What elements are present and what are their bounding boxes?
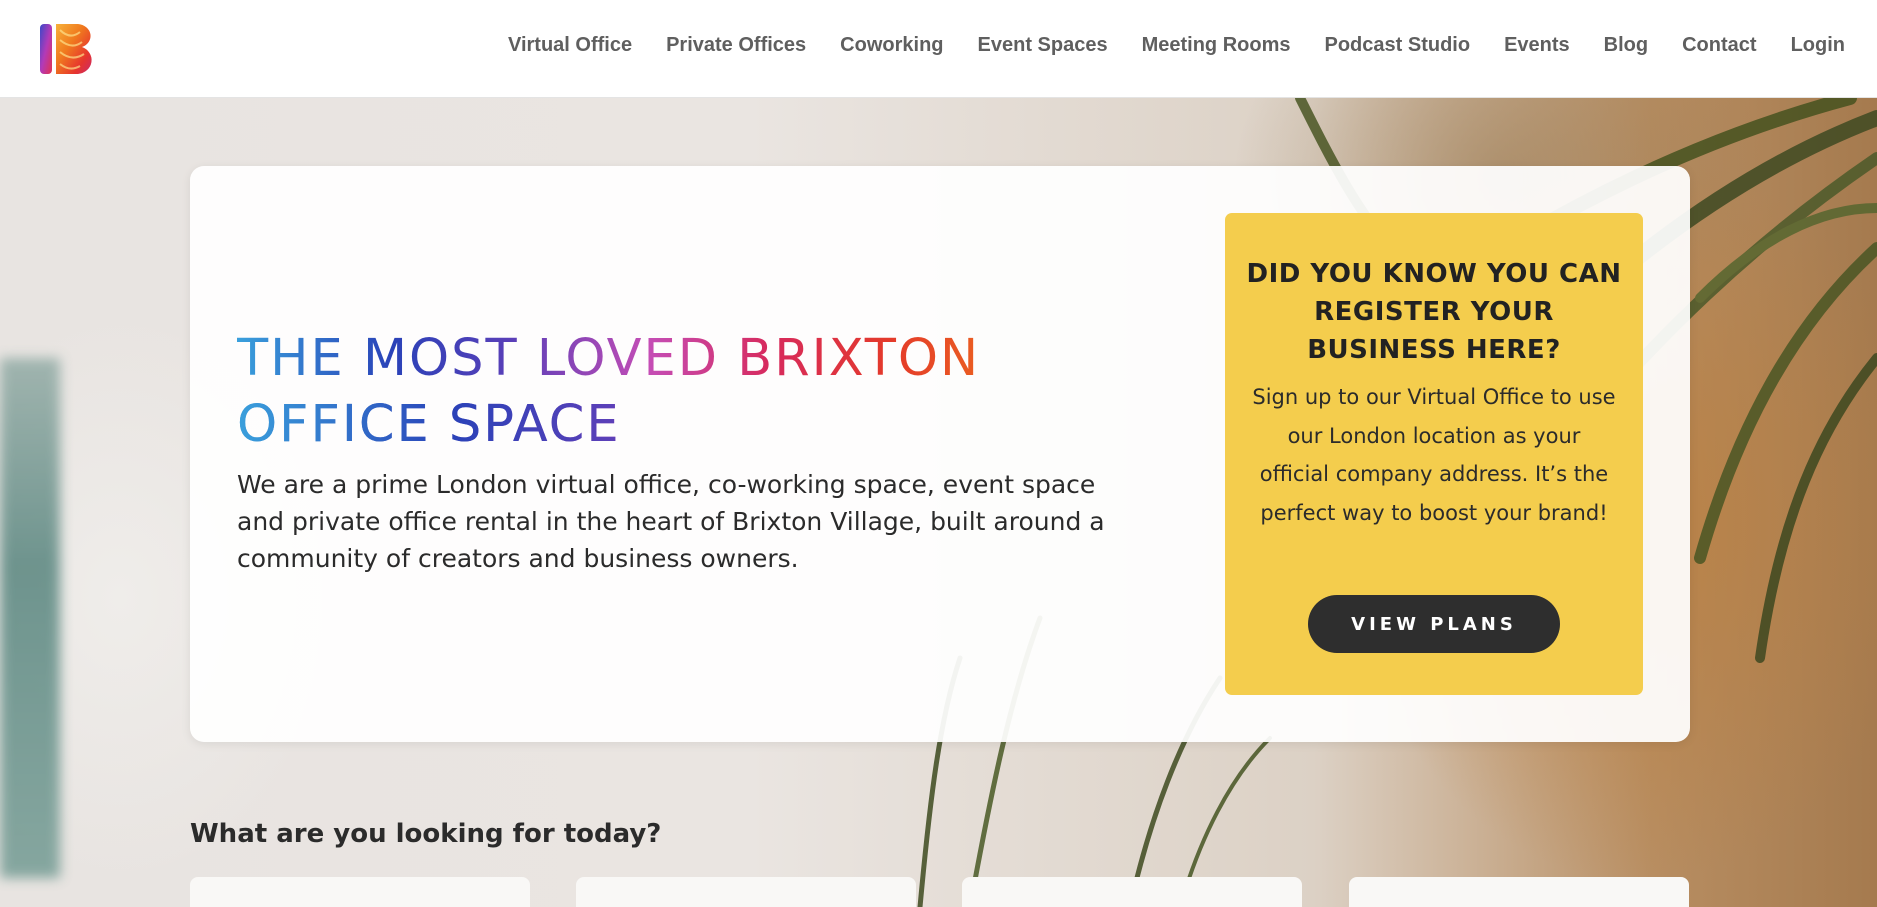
service-card[interactable] <box>1349 877 1689 907</box>
ib-logo-icon <box>40 24 92 74</box>
nav-link-coworking[interactable]: Coworking <box>840 34 943 57</box>
nav-link-contact[interactable]: Contact <box>1682 34 1756 57</box>
view-plans-button[interactable]: VIEW PLANS <box>1308 595 1560 653</box>
hero-description: We are a prime London virtual office, co… <box>237 470 1105 573</box>
main-nav: Virtual Office Private Offices Coworking… <box>508 0 1845 90</box>
hero-title: THE MOST LOVED BRIXTON OFFICE SPACE <box>237 326 1097 458</box>
site-logo[interactable] <box>38 22 102 76</box>
service-card[interactable] <box>190 877 530 907</box>
callout-heading: DID YOU KNOW YOU CAN REGISTER YOUR BUSIN… <box>1246 259 1622 365</box>
site-header: Virtual Office Private Offices Coworking… <box>0 0 1877 98</box>
looking-for-heading: What are you looking for today? <box>190 819 662 849</box>
nav-link-podcast-studio[interactable]: Podcast Studio <box>1325 34 1471 57</box>
register-business-callout: DID YOU KNOW YOU CAN REGISTER YOUR BUSIN… <box>1225 213 1643 695</box>
nav-link-meeting-rooms[interactable]: Meeting Rooms <box>1142 34 1291 57</box>
nav-link-login[interactable]: Login <box>1791 34 1845 57</box>
hero-title-line-2: OFFICE SPACE <box>237 392 1097 458</box>
service-card[interactable] <box>962 877 1302 907</box>
nav-link-private-offices[interactable]: Private Offices <box>666 34 806 57</box>
service-card[interactable] <box>576 877 916 907</box>
nav-link-blog[interactable]: Blog <box>1604 34 1648 57</box>
nav-link-virtual-office[interactable]: Virtual Office <box>508 34 632 57</box>
hero-card: THE MOST LOVED BRIXTON OFFICE SPACE We a… <box>190 166 1690 742</box>
hero-title-line-1: THE MOST LOVED BRIXTON <box>237 329 981 388</box>
callout-body: Sign up to our Virtual Office to use our… <box>1252 385 1616 525</box>
nav-link-event-spaces[interactable]: Event Spaces <box>978 34 1108 57</box>
service-cards <box>190 877 1690 907</box>
nav-link-events[interactable]: Events <box>1504 34 1570 57</box>
